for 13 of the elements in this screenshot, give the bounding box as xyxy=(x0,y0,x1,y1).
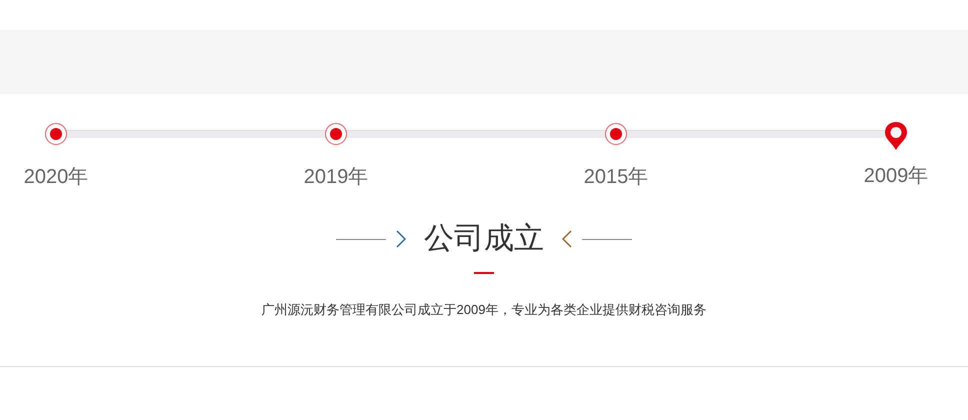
description-text: 广州源沅财务管理有限公司成立于2009年，专业为各类企业提供财税咨询服务 xyxy=(262,301,706,319)
accent-bar xyxy=(474,272,494,274)
chevron-right-icon xyxy=(396,230,406,248)
timeline-dot-icon[interactable] xyxy=(44,122,68,146)
year-label[interactable]: 2009年 xyxy=(864,161,928,191)
timeline-dot-icon[interactable] xyxy=(324,122,348,146)
section-title: 公司成立 xyxy=(424,224,544,254)
year-label[interactable]: 2020年 xyxy=(24,162,88,192)
map-pin-icon[interactable] xyxy=(884,121,908,151)
timeline-dot-icon[interactable] xyxy=(604,122,628,146)
year-label[interactable]: 2019年 xyxy=(304,162,368,192)
chevron-left-icon xyxy=(562,230,572,248)
year-label[interactable]: 2015年 xyxy=(584,162,648,192)
